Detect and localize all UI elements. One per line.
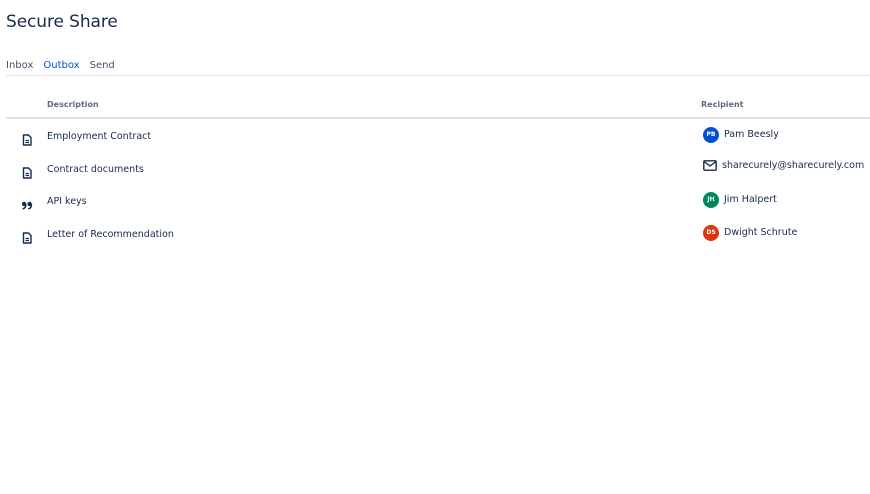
recipient-name: Jim Halpert [724, 194, 777, 205]
row-description[interactable]: API keys [47, 196, 87, 208]
tab-inbox[interactable]: Inbox [6, 57, 33, 75]
table-row[interactable]: Contract documents sharecurely@sharecure… [6, 152, 870, 185]
document-icon [21, 164, 33, 179]
recipient-name: Pam Beesly [724, 129, 779, 140]
recipient-cell[interactable]: JH Jim Halpert [703, 192, 777, 208]
document-icon [21, 131, 33, 146]
table-row[interactable]: API keys JH Jim Halpert [6, 184, 870, 217]
row-description[interactable]: Employment Contract [47, 131, 151, 143]
column-header-description: Description [47, 100, 99, 109]
recipient-name: Dwight Schrute [724, 226, 798, 238]
recipient-cell[interactable]: PB Pam Beesly [703, 127, 779, 143]
tab-send[interactable]: Send [90, 57, 115, 75]
recipient-email: sharecurely@sharecurely.com [722, 159, 865, 171]
recipient-cell[interactable]: sharecurely@sharecurely.com [703, 160, 864, 172]
tab-outbox[interactable]: Outbox [43, 57, 79, 75]
table-row[interactable]: Letter of Recommendation DS Dwight Schru… [6, 217, 870, 250]
row-description[interactable]: Contract documents [47, 164, 144, 176]
outbox-table: Description Recipient Employment Contrac… [6, 96, 870, 249]
document-icon [21, 229, 33, 244]
mail-icon [703, 160, 717, 172]
table-header: Description Recipient [6, 96, 870, 119]
avatar: JH [703, 192, 719, 208]
recipient-cell[interactable]: DS Dwight Schrute [703, 224, 798, 241]
tab-bar: Inbox Outbox Send [6, 57, 870, 76]
column-header-recipient: Recipient [701, 100, 744, 109]
avatar: DS [703, 224, 719, 241]
quote-icon [21, 196, 33, 210]
page-title: Secure Share [6, 12, 118, 32]
table-row[interactable]: Employment Contract PB Pam Beesly [6, 119, 870, 152]
avatar: PB [703, 127, 719, 143]
row-description[interactable]: Letter of Recommendation [47, 229, 174, 241]
